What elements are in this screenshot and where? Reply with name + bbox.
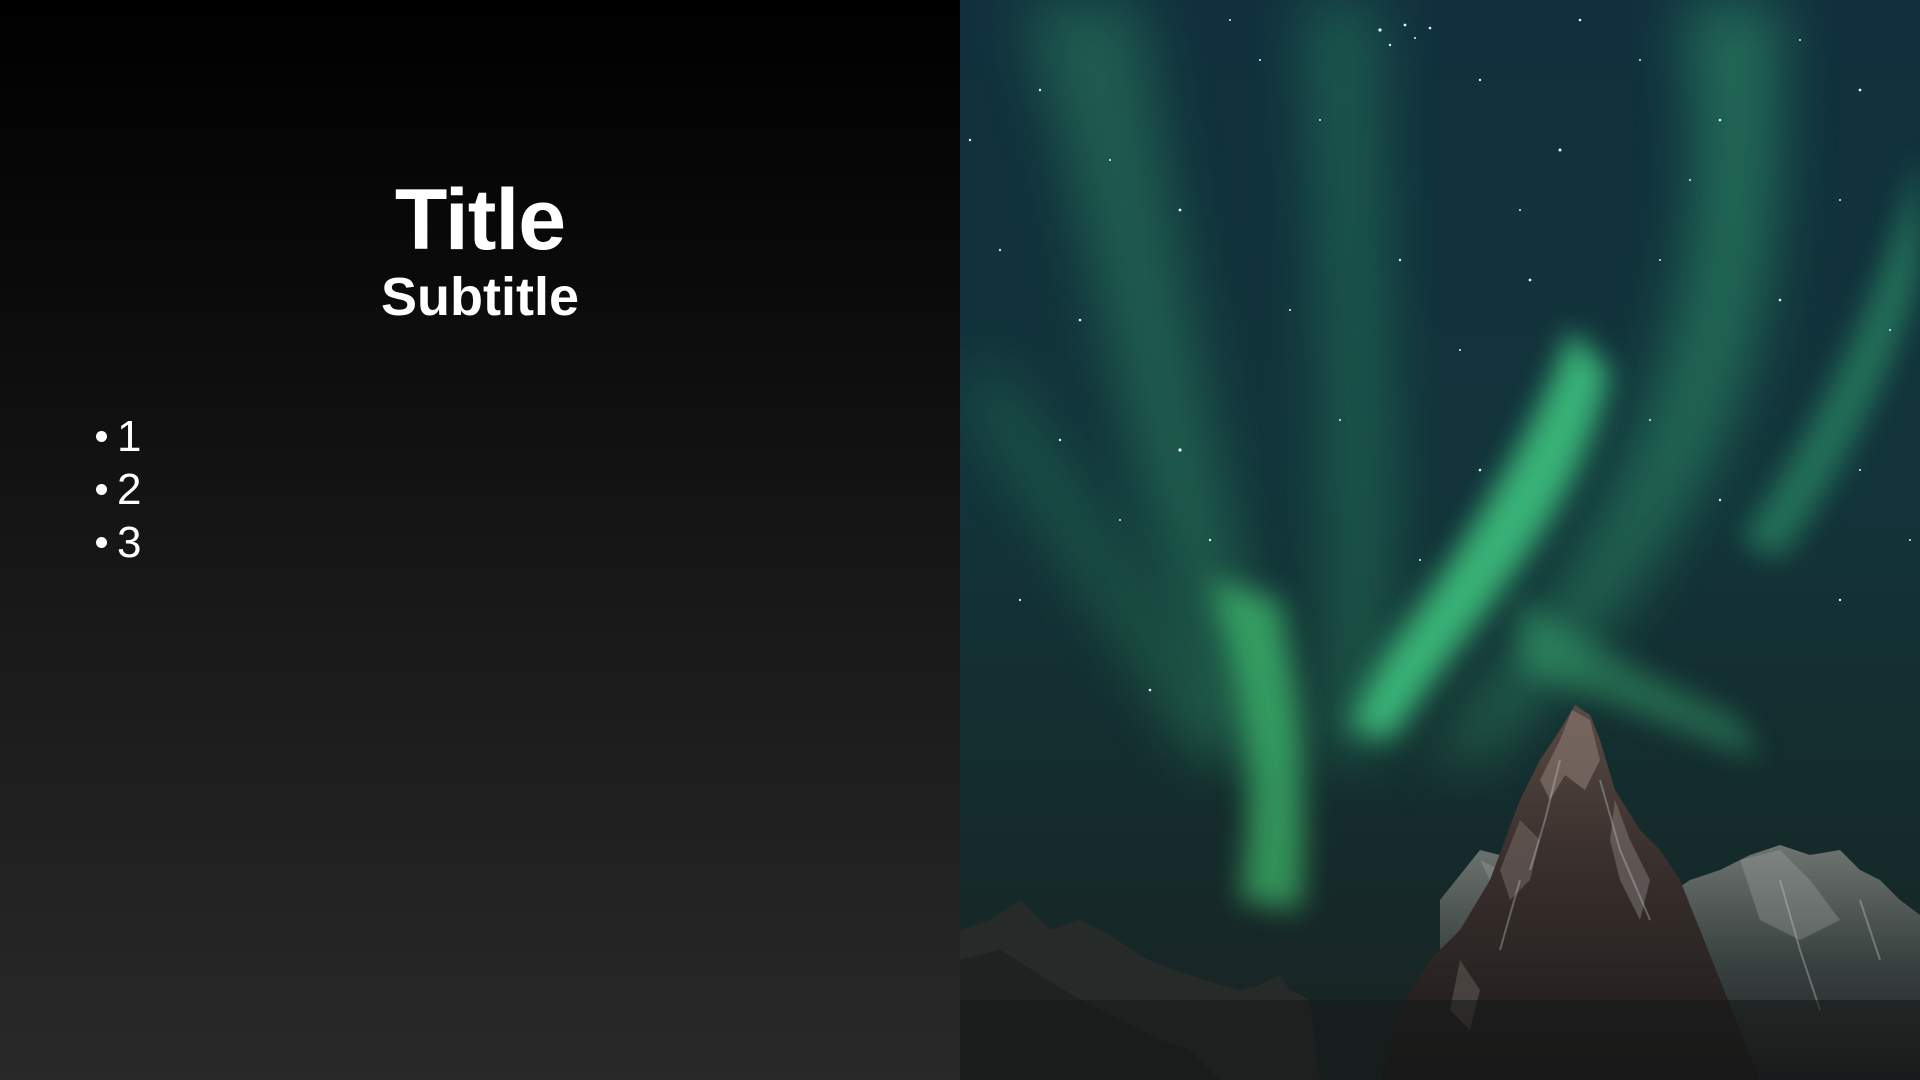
bullet-item-3[interactable]: 3 xyxy=(96,516,141,569)
aurora-image[interactable] xyxy=(960,0,1920,1080)
aurora-mountain-picture xyxy=(960,0,1920,1080)
bullet-list: 1 2 3 xyxy=(96,410,141,569)
bullet-text: 3 xyxy=(117,518,142,567)
title-block: Title Subtitle xyxy=(0,170,960,330)
slide: Title Subtitle 1 2 3 xyxy=(0,0,1920,1080)
bullet-icon xyxy=(96,484,107,495)
slide-title[interactable]: Title xyxy=(0,170,960,270)
bullet-icon xyxy=(96,537,107,548)
slide-subtitle[interactable]: Subtitle xyxy=(0,264,960,330)
bullet-item-1[interactable]: 1 xyxy=(96,410,141,463)
bullet-text: 2 xyxy=(117,465,142,514)
content-panel: Title Subtitle 1 2 3 xyxy=(0,0,960,1080)
bullet-icon xyxy=(96,431,107,442)
bullet-text: 1 xyxy=(117,412,142,461)
bullet-item-2[interactable]: 2 xyxy=(96,463,141,516)
